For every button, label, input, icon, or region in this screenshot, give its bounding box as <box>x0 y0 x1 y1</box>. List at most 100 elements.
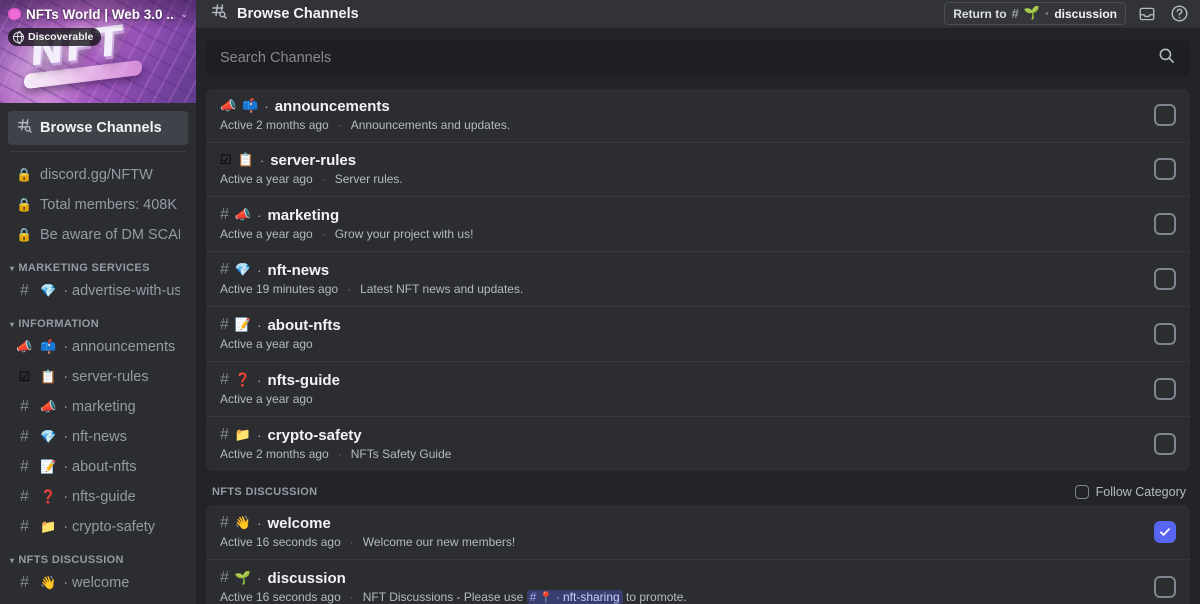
help-icon[interactable] <box>1168 3 1190 25</box>
channel-select-checkbox[interactable] <box>1154 377 1176 400</box>
separator-dot: · <box>257 515 262 531</box>
channel-type-icon: 📣 <box>220 99 237 114</box>
channel-select-checkbox[interactable] <box>1154 267 1176 290</box>
sidebar-category-header[interactable]: ▾ NFTS DISCUSSION <box>10 554 188 566</box>
channel-activity: Active 16 seconds ago <box>220 590 341 604</box>
channel-topic: Latest NFT news and updates. <box>360 282 524 296</box>
sidebar-category-header[interactable]: ▾ INFORMATION <box>10 318 188 330</box>
server-banner: NFT NFTs World | Web 3.0 ... ⌄ Discovera… <box>0 0 196 103</box>
channel-row-title: # ❓ · nfts-guide <box>220 371 1140 389</box>
sidebar-item-about-nfts[interactable]: # 📝 · about-nfts <box>8 452 188 482</box>
sidebar-item-marketing[interactable]: # 📣 · marketing <box>8 392 188 422</box>
separator-dot: · <box>257 372 262 388</box>
category-title: NFTS DISCUSSION <box>212 486 318 498</box>
hash-icon: # <box>220 514 229 531</box>
sidebar-channel-label: · advertise-with-us <box>63 283 180 299</box>
channel-row[interactable]: ☑ 📋 · server-rules Active a year ago · Server … <box>206 142 1190 196</box>
sidebar-category-header[interactable]: ▾ MARKETING SERVICES <box>10 262 188 274</box>
channel-emoji: ❓ <box>234 372 252 388</box>
sidebar-item-advertise-with-us[interactable]: # 💎 · advertise-with-us <box>8 276 188 306</box>
sidebar-scroll[interactable]: Browse Channels 🔒 discord.gg/NFTW 🔒 Total m… <box>0 103 196 598</box>
channel-activity: Active 2 months ago <box>220 447 329 461</box>
channel-emoji: 📣 <box>234 207 252 223</box>
channel-topic: Server rules. <box>334 172 403 186</box>
channel-row[interactable]: # 📁 · crypto-safety Active 2 months ago · NFTs… <box>206 416 1190 471</box>
sidebar-item-announcements[interactable]: 📣 📫 · announcements <box>8 332 188 362</box>
server-name: NFTs World | Web 3.0 ... <box>26 6 176 22</box>
channel-emoji: 🌱 <box>1023 6 1040 21</box>
channel-emoji: 📝 <box>234 317 252 333</box>
hash-icon: # <box>220 426 229 443</box>
channel-emoji: 📋 <box>40 369 57 385</box>
return-to-channel-button[interactable]: Return to # 🌱 · discussion <box>944 2 1126 25</box>
server-sidebar: NFT NFTs World | Web 3.0 ... ⌄ Discovera… <box>0 0 196 604</box>
channel-activity: Active a year ago <box>220 172 313 186</box>
channel-select-checkbox[interactable] <box>1154 104 1176 126</box>
channel-select-checkbox[interactable] <box>1154 575 1176 598</box>
sidebar-info-item[interactable]: 🔒 Be aware of DM SCAMS! <box>8 220 188 250</box>
sidebar-info-item[interactable]: 🔒 Total members: 408K <box>8 190 188 220</box>
top-bar: Browse Channels Return to # 🌱 · discussi… <box>196 0 1200 28</box>
channel-name: nfts-guide <box>267 371 340 389</box>
channel-select-checkbox[interactable] <box>1154 322 1176 345</box>
sidebar-item-browse-channels[interactable]: Browse Channels <box>8 111 188 145</box>
channel-row-meta: Active a year ago <box>220 337 1140 351</box>
channel-row-title: # 📝 · about-nfts <box>220 316 1140 334</box>
channel-row[interactable]: 📣 📫 · announcements Active 2 months ago · Anno… <box>206 89 1190 142</box>
lock-icon: 🔒 <box>16 167 33 182</box>
channel-row[interactable]: # 📝 · about-nfts Active a year ago <box>206 306 1190 361</box>
channel-name: welcome <box>267 514 331 532</box>
discord-window: NFT NFTs World | Web 3.0 ... ⌄ Discovera… <box>0 0 1200 604</box>
sidebar-item-nfts-guide[interactable]: # ❓ · nfts-guide <box>8 482 188 512</box>
search-bar[interactable] <box>206 40 1190 76</box>
channel-select-checkbox[interactable] <box>1154 432 1176 455</box>
channel-select-checkbox[interactable] <box>1154 158 1176 180</box>
channel-activity: Active a year ago <box>220 392 313 406</box>
hash-icon: # <box>20 488 29 505</box>
discoverable-badge: Discoverable <box>8 28 102 46</box>
sidebar-item-nft-news[interactable]: # 💎 · nft-news <box>8 422 188 452</box>
hash-icon: # <box>20 458 29 475</box>
page-title: Browse Channels <box>237 5 359 22</box>
inbox-icon[interactable] <box>1136 3 1158 25</box>
sidebar-item-welcome[interactable]: # 👋 · welcome <box>8 568 188 598</box>
follow-category-checkbox[interactable] <box>1074 485 1089 499</box>
hash-icon: # <box>20 518 29 535</box>
sidebar-item-crypto-safety[interactable]: # 📁 · crypto-safety <box>8 512 188 542</box>
channel-row-info: # 📝 · about-nfts Active a year ago <box>220 316 1140 351</box>
channel-row[interactable]: # 📣 · marketing Active a year ago · Grow your … <box>206 196 1190 251</box>
channel-row-meta: Active a year ago · Grow your project with… <box>220 227 1140 241</box>
channel-activity: Active a year ago <box>220 337 313 351</box>
channel-row[interactable]: # 🌱 · discussion Active 16 seconds ago · NFT D… <box>206 559 1190 604</box>
search-input[interactable] <box>220 50 1157 66</box>
channel-type-icon: 📣 <box>16 339 33 355</box>
discoverable-label: Discoverable <box>28 31 94 43</box>
sidebar-item-server-rules[interactable]: ☑ 📋 · server-rules <box>8 362 188 392</box>
channel-row[interactable]: # 💎 · nft-news Active 19 minutes ago · Latest … <box>206 251 1190 306</box>
channel-activity: Active a year ago <box>220 227 313 241</box>
channel-emoji: 📋 <box>237 153 254 168</box>
sidebar-info-item[interactable]: 🔒 discord.gg/NFTW <box>8 160 188 190</box>
channel-topic: Grow your project with us! <box>334 227 474 241</box>
channel-row-info: # ❓ · nfts-guide Active a year ago <box>220 371 1140 406</box>
channel-row[interactable]: # ❓ · nfts-guide Active a year ago <box>206 361 1190 416</box>
sidebar-channel-label: · welcome <box>63 575 130 591</box>
channel-topic: Welcome our new members! <box>362 535 516 549</box>
channel-mention-link[interactable]: # 📍 · nft-sharing <box>526 590 623 604</box>
channel-select-checkbox[interactable] <box>1154 520 1176 543</box>
meta-separator: · <box>321 227 326 241</box>
return-channel-name: discussion <box>1054 6 1117 21</box>
channel-row[interactable]: # 👋 · welcome Active 16 seconds ago · Welcome … <box>206 505 1190 559</box>
channel-emoji: 👋 <box>234 515 252 531</box>
separator-dot: · <box>257 317 262 333</box>
sidebar-channel-label: · nft-news <box>63 429 127 445</box>
main-panel: Browse Channels Return to # 🌱 · discussi… <box>196 0 1200 604</box>
search-icon[interactable] <box>1157 46 1176 70</box>
channel-row-meta: Active a year ago · Server rules. <box>220 172 1140 186</box>
server-name-header[interactable]: NFTs World | Web 3.0 ... ⌄ <box>0 0 196 28</box>
channel-emoji: 💎 <box>40 429 57 445</box>
channel-row-title: 📣 📫 · announcements <box>220 98 1140 115</box>
follow-category-toggle[interactable]: Follow Category <box>1074 485 1186 499</box>
channel-row-info: # 🌱 · discussion Active 16 seconds ago · NFT D… <box>220 569 1140 604</box>
channel-select-checkbox[interactable] <box>1154 212 1176 235</box>
